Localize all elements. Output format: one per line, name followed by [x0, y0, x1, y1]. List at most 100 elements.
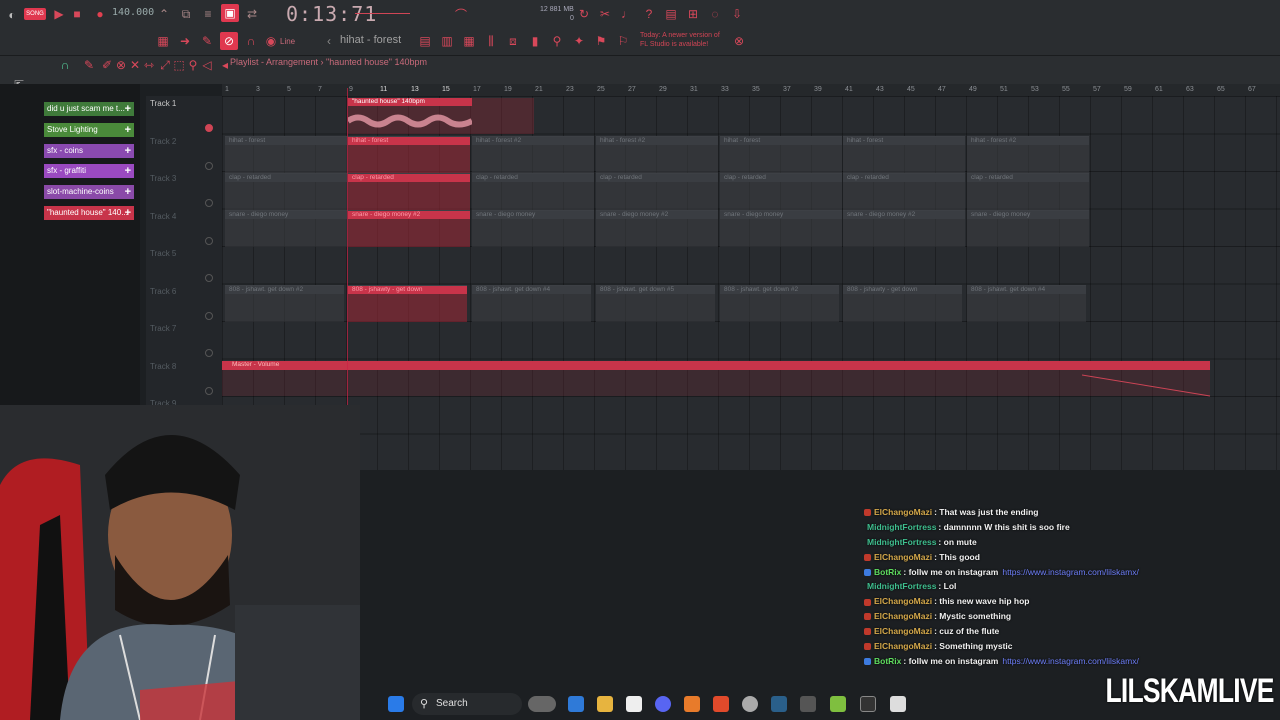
pattern-clip[interactable]: hihat - forest #2 [967, 136, 1089, 173]
mixer-icon[interactable]: ⊞ [684, 5, 702, 23]
browser-clip-item[interactable]: slot-machine-coins + [44, 185, 134, 200]
close-news-icon[interactable]: ⊗ [730, 32, 748, 50]
step-edit-icon[interactable]: ▣ [221, 4, 239, 22]
track-label[interactable]: Track 3 [150, 174, 176, 183]
add-icon[interactable]: + [125, 185, 131, 199]
pattern-clip[interactable]: hihat - forest #2 [596, 136, 718, 173]
track-label[interactable]: Track 5 [150, 249, 176, 258]
track-label[interactable]: Track 4 [150, 212, 176, 221]
browser-clip-item[interactable]: did u just scam me t... + [44, 102, 134, 116]
add-icon[interactable]: + [125, 102, 131, 116]
track-toggle-icon[interactable] [205, 274, 213, 282]
brush-icon[interactable]: ✦ [570, 32, 588, 50]
pattern-clip[interactable]: snare - diego money [967, 210, 1089, 247]
taskbar-search[interactable]: ⚲ Search [412, 693, 522, 715]
pattern-clip[interactable]: clap - retarded [967, 173, 1089, 210]
tempo-display[interactable]: 140.000 [112, 7, 154, 18]
pattern-clip[interactable]: 808 - jshawt. get down #2 [225, 285, 344, 322]
pattern-clip[interactable]: clap - retarded [472, 173, 594, 210]
speaker-icon[interactable]: ◁ [198, 56, 216, 74]
cut-icon[interactable]: ✂ [596, 5, 614, 23]
pattern-clip[interactable]: 808 - jshawt. get down #4 [967, 285, 1086, 322]
pattern-clip[interactable]: clap - retarded [348, 173, 470, 210]
track-toggle-icon[interactable] [205, 349, 213, 357]
tempo-tap-icon[interactable]: ⚑ [592, 32, 610, 50]
browser-clip-item[interactable]: Stove Lighting + [44, 122, 134, 137]
browser-clip-item[interactable]: "haunted house" 140... + [44, 206, 134, 220]
piano-roll-icon[interactable]: ▥ [438, 32, 456, 50]
pattern-clip[interactable]: snare - diego money #2 [348, 210, 470, 247]
track-toggle-icon[interactable] [205, 386, 213, 395]
pattern-clip[interactable]: snare - diego money [720, 210, 842, 247]
fl-studio-icon[interactable] [684, 696, 700, 712]
blend-icon[interactable]: ⇄ [243, 5, 261, 23]
pattern-clip[interactable]: snare - diego money [225, 210, 347, 247]
discord-icon[interactable] [655, 696, 671, 712]
plugin-picker-icon[interactable]: ⚲ [548, 32, 566, 50]
snap-icon[interactable]: ◉ [262, 32, 280, 50]
link-icon[interactable]: ⊘ [220, 32, 238, 50]
track-toggle-icon[interactable] [205, 161, 213, 170]
download-icon[interactable]: ⇩ [728, 5, 746, 23]
pattern-clip[interactable]: clap - retarded [720, 173, 842, 210]
steam-icon[interactable] [771, 696, 787, 712]
channel-rack-icon[interactable]: ▤ [416, 32, 434, 50]
mixer-window-icon[interactable]: ⫼ [482, 32, 500, 50]
pattern-clip[interactable]: snare - diego money [472, 210, 594, 247]
pattern-clip[interactable]: hihat - forest [720, 136, 842, 173]
track-label[interactable]: Track 2 [150, 137, 176, 146]
mic-icon[interactable]: ♩ [618, 5, 636, 23]
pencil-tool-icon[interactable]: ✎ [80, 56, 98, 74]
news-panel[interactable]: Today: A newer version of FL Studio is av… [640, 31, 732, 49]
master-pitch-icon[interactable]: ⌒ [452, 6, 470, 24]
widgets-icon[interactable] [528, 696, 556, 712]
pattern-selector[interactable]: hihat - forest [340, 34, 401, 46]
file-explorer-icon[interactable] [597, 696, 613, 712]
add-icon[interactable]: + [125, 144, 131, 158]
track-label[interactable]: Track 8 [150, 362, 176, 371]
menu-icon[interactable]: ◐ [3, 6, 21, 24]
browser-icon-taskbar[interactable] [713, 696, 729, 712]
undo-icon[interactable]: ↻ [575, 5, 593, 23]
app-icon-green[interactable] [830, 696, 846, 712]
audio-clip[interactable]: "haunted house" 140bpm [348, 98, 534, 134]
pattern-clip[interactable]: clap - retarded [843, 173, 965, 210]
position-slider[interactable] [355, 13, 410, 14]
playlist-icon[interactable]: ▦ [154, 32, 172, 50]
browser-icon[interactable]: ▦ [460, 32, 478, 50]
pattern-clip[interactable]: 808 - jshawt. get down #2 [720, 285, 839, 322]
pattern-clip[interactable]: clap - retarded [596, 173, 718, 210]
song-mode-button[interactable]: SONG [24, 8, 46, 20]
chat-icon[interactable]: ◌ [706, 5, 724, 23]
plugin-icon[interactable]: ⧈ [504, 32, 522, 50]
browser-clip-item[interactable]: sfx - graffiti + [44, 164, 134, 179]
stop-icon[interactable]: ■ [68, 5, 86, 23]
track-toggle-icon[interactable] [205, 199, 213, 207]
pattern-clip[interactable]: snare - diego money #2 [596, 210, 718, 247]
magnet-icon[interactable]: ∩ [242, 32, 260, 50]
pattern-clip[interactable]: 808 - jshawt. get down #4 [472, 285, 591, 322]
track-toggle-icon[interactable] [205, 236, 213, 245]
app-icon-4k[interactable] [860, 696, 876, 712]
app-icon-blue[interactable] [568, 696, 584, 712]
project-icon[interactable]: ▮ [526, 32, 544, 50]
pattern-clip[interactable]: 808 - jshawty - get down [348, 285, 467, 322]
arrow-right-icon[interactable]: ➜ [176, 32, 194, 50]
windows-start-icon[interactable] [388, 696, 404, 712]
app-icon-white[interactable] [890, 696, 906, 712]
chat-link[interactable]: https://www.instagram.com/lilskamx/ [1002, 567, 1139, 577]
metronome-icon[interactable]: ⌃ [155, 5, 173, 23]
obs-icon[interactable] [742, 696, 758, 712]
pattern-clip[interactable]: hihat - forest [348, 136, 470, 173]
chevron-left-icon[interactable]: ‹ [320, 32, 338, 50]
pattern-clip[interactable]: hihat - forest #2 [472, 136, 594, 173]
time-display[interactable]: 0:13:71 [286, 2, 377, 26]
track-toggle-icon[interactable] [205, 311, 213, 320]
record-icon[interactable]: ● [91, 5, 109, 23]
chat-link[interactable]: https://www.instagram.com/lilskamx/ [1002, 656, 1139, 666]
track-label[interactable]: Track 6 [150, 287, 176, 296]
pencil-icon[interactable]: ✎ [198, 32, 216, 50]
countdown-icon[interactable]: ≡ [199, 5, 217, 23]
app-icon-gray[interactable] [800, 696, 816, 712]
automation-clip[interactable]: Master - Volume [222, 358, 1212, 398]
